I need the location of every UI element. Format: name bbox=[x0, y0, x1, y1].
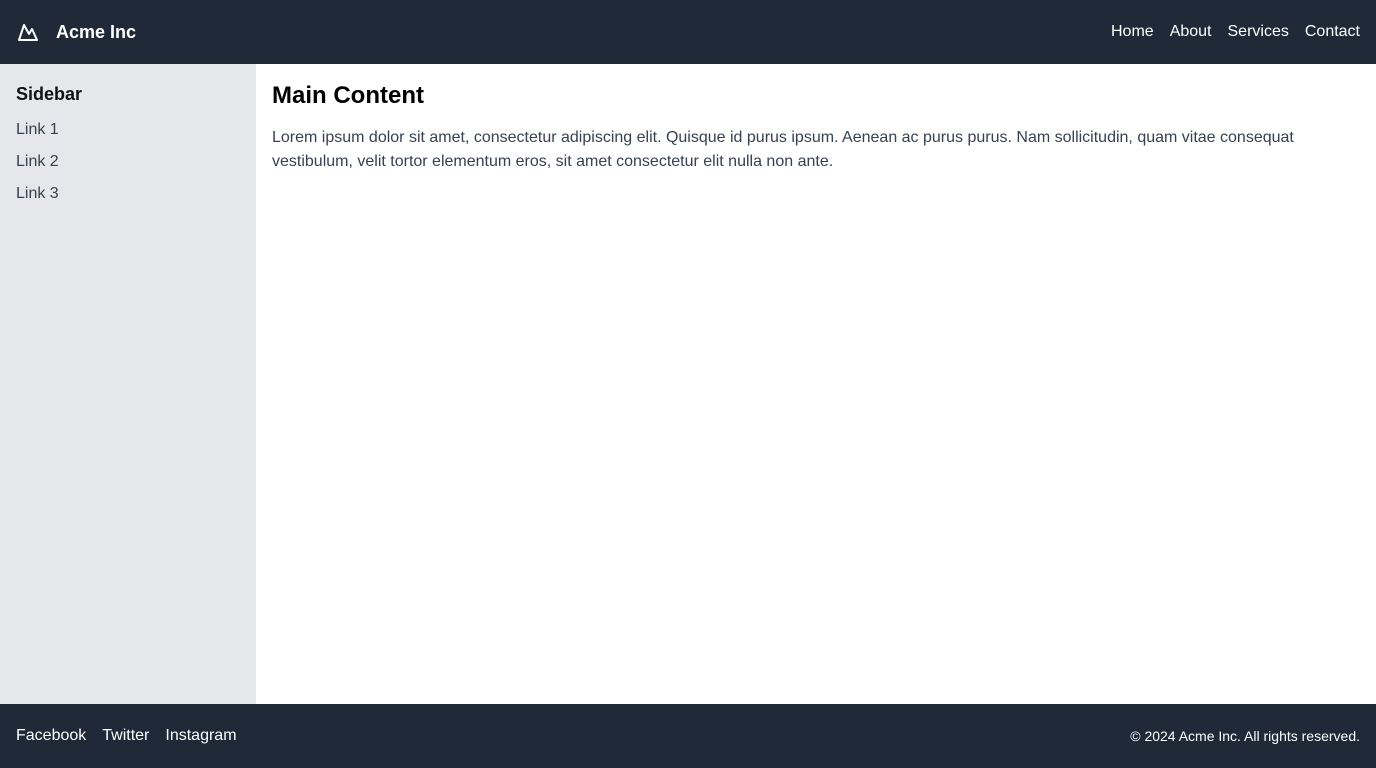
nav-services-link[interactable]: Services bbox=[1228, 23, 1289, 41]
sidebar-title: Sidebar bbox=[16, 84, 83, 104]
sidebar-link-3[interactable]: Link 3 bbox=[16, 185, 59, 202]
sidebar-item: Link 3 bbox=[16, 183, 240, 205]
sidebar-item: Link 2 bbox=[16, 151, 240, 173]
page-title: Main Content bbox=[272, 82, 424, 109]
nav-contact-link[interactable]: Contact bbox=[1305, 23, 1360, 41]
social-links: Facebook Twitter Instagram bbox=[16, 727, 237, 745]
sidebar: Sidebar Link 1 Link 2 Link 3 bbox=[0, 64, 256, 704]
top-nav: Home About Services Contact bbox=[1111, 23, 1360, 41]
body-row: Sidebar Link 1 Link 2 Link 3 Main Conten… bbox=[0, 64, 1376, 704]
nav-about-link[interactable]: About bbox=[1170, 23, 1212, 41]
copyright-text: © 2024 Acme Inc. All rights reserved. bbox=[1130, 728, 1360, 744]
top-header: Acme Inc Home About Services Contact bbox=[0, 0, 1376, 64]
sidebar-links: Link 1 Link 2 Link 3 bbox=[16, 119, 240, 205]
instagram-link[interactable]: Instagram bbox=[165, 727, 236, 745]
main-paragraph: Lorem ipsum dolor sit amet, consectetur … bbox=[272, 129, 1294, 170]
brand-name: Acme Inc bbox=[56, 21, 137, 42]
facebook-link[interactable]: Facebook bbox=[16, 727, 86, 745]
nav-home-link[interactable]: Home bbox=[1111, 23, 1154, 41]
footer: Facebook Twitter Instagram © 2024 Acme I… bbox=[0, 704, 1376, 768]
app-root: Acme Inc Home About Services Contact Sid… bbox=[0, 0, 1376, 768]
sidebar-item: Link 1 bbox=[16, 119, 240, 141]
twitter-link[interactable]: Twitter bbox=[102, 727, 149, 745]
sidebar-link-2[interactable]: Link 2 bbox=[16, 153, 59, 170]
brand[interactable]: Acme Inc bbox=[16, 20, 136, 44]
mountain-icon bbox=[16, 20, 40, 44]
main-content: Main Content Lorem ipsum dolor sit amet,… bbox=[256, 64, 1376, 704]
sidebar-link-1[interactable]: Link 1 bbox=[16, 121, 59, 138]
